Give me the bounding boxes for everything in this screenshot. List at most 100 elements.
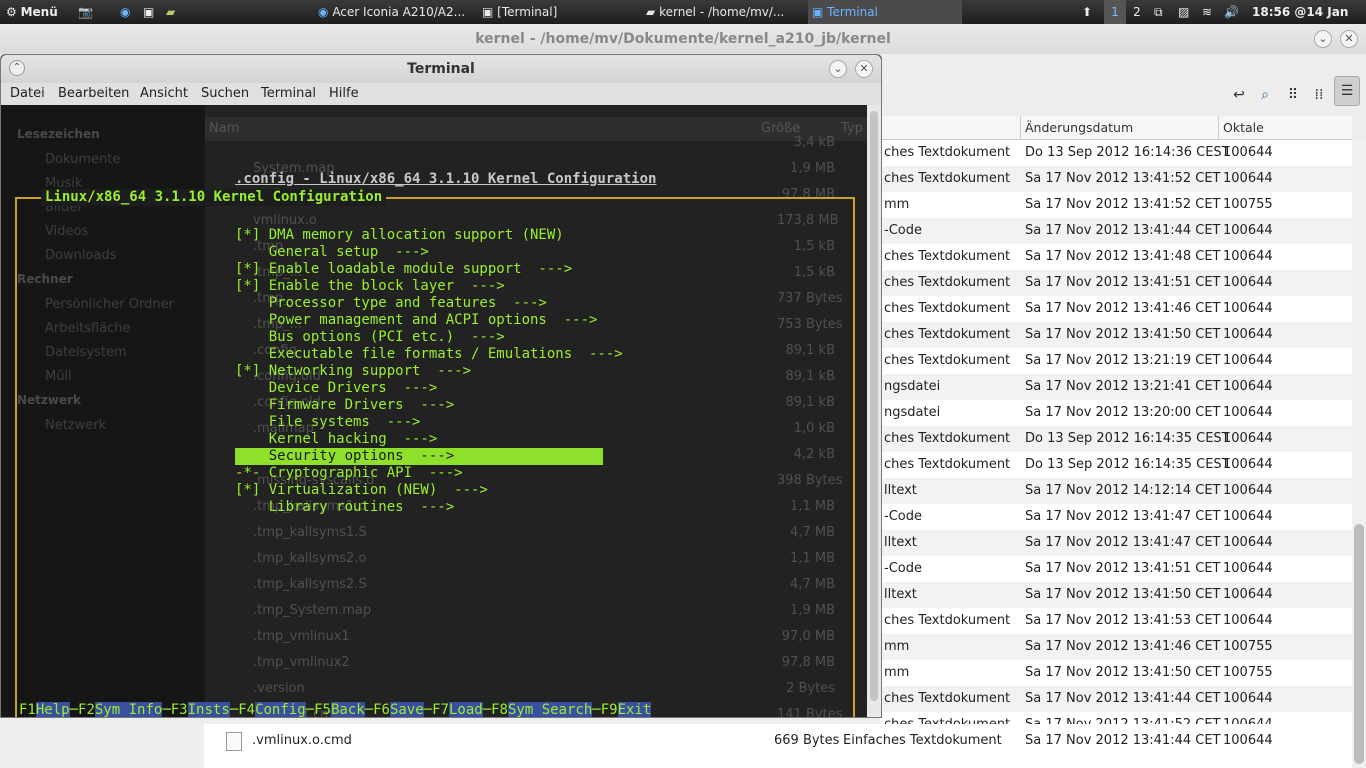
list-view-icon[interactable]: ☰ [1334, 76, 1360, 106]
chevron-down-icon[interactable]: ⌄ [1314, 30, 1332, 48]
menu-ansicht[interactable]: Ansicht [140, 83, 188, 105]
terminal-scrollbar-thumb[interactable] [870, 111, 878, 701]
volume-icon[interactable]: 🔊 [1224, 0, 1240, 24]
file-type: ches Textdokument [884, 145, 1011, 160]
table-row[interactable]: -Code Sa 17 Nov 2012 13:41:47 CET 100644 [880, 504, 1352, 530]
fkey-f8[interactable]: F8Sym Search [491, 702, 593, 717]
menu-button[interactable]: ⚙ Menü [6, 0, 58, 24]
fkey-f4[interactable]: F4Config [238, 702, 306, 717]
windows-icon[interactable]: ⧉ [1154, 0, 1170, 24]
clock[interactable]: 18:56 @14 Jan [1252, 0, 1352, 24]
table-row[interactable]: ches Textdokument Sa 17 Nov 2012 13:21:19… [880, 348, 1352, 374]
undo-icon[interactable]: ↩ [1228, 84, 1250, 106]
menu-item[interactable]: Power management and ACPI options ---> [235, 312, 603, 329]
fkey-f1[interactable]: F1Help [19, 702, 70, 717]
menu-item[interactable]: Security options ---> [235, 448, 603, 465]
table-row[interactable]: mm Sa 17 Nov 2012 13:41:52 CET 100755 [880, 192, 1352, 218]
menu-item[interactable]: File systems ---> [235, 414, 603, 431]
fkey-f3[interactable]: F3Insts [171, 702, 230, 717]
table-row[interactable]: ches Textdokument Sa 17 Nov 2012 13:41:50… [880, 322, 1352, 348]
fkey-f9[interactable]: F9Exit [601, 702, 652, 717]
menu-item[interactable]: [*] Virtualization (NEW) ---> [235, 482, 603, 499]
close-icon[interactable]: ✕ [855, 60, 873, 78]
task-browser[interactable]: ◉ Acer Iconia A210/A2... [318, 0, 470, 24]
task-terminal-1[interactable]: ▣ [Terminal] [482, 0, 632, 24]
menuconfig-box-title: Linux/x86_64 3.1.10 Kernel Configuration [41, 189, 387, 206]
scrollbar-thumb[interactable] [1354, 524, 1364, 764]
terminal-launcher-icon[interactable]: ▣ [143, 0, 161, 24]
table-row[interactable]: ngsdatei Sa 17 Nov 2012 13:21:41 CET 10064… [880, 374, 1352, 400]
table-row[interactable]: ches Textdokument Do 13 Sep 2012 16:14:36… [880, 140, 1352, 166]
table-row[interactable]: -Code Sa 17 Nov 2012 13:41:51 CET 100644 [880, 556, 1352, 582]
menu-item[interactable]: [*] Enable loadable module support ---> [235, 261, 603, 278]
table-row[interactable]: ches Textdokument Sa 17 Nov 2012 13:41:51… [880, 270, 1352, 296]
table-row[interactable]: mm Sa 17 Nov 2012 13:41:46 CET 100755 [880, 634, 1352, 660]
menu-item[interactable]: Kernel hacking ---> [235, 431, 603, 448]
column-permissions[interactable]: Oktale Zugriffsrechte [1218, 116, 1352, 159]
fkey-separator: ─ [423, 702, 433, 717]
menu-item[interactable]: Processor type and features ---> [235, 295, 603, 312]
table-row[interactable]: ches Textdokument Do 13 Sep 2012 16:14:35… [880, 452, 1352, 478]
menu-bearbeiten[interactable]: Bearbeiten [58, 83, 129, 105]
task-terminal-2[interactable]: ▣ Terminal [808, 0, 962, 24]
menu-item[interactable]: Firmware Drivers ---> [235, 397, 603, 414]
workspace-2[interactable]: 2 [1126, 0, 1148, 24]
table-row[interactable]: ches Textdokument Sa 17 Nov 2012 13:41:44… [880, 686, 1352, 712]
browser-launcher-icon[interactable]: ◉ [120, 0, 138, 24]
fkey-f2[interactable]: F2Sym Info [78, 702, 163, 717]
window-menu-icon[interactable]: ⌃ [9, 60, 25, 76]
column-header: Größe Änderungsdatum Oktale Zugriffsrech… [824, 116, 1352, 159]
fkey-f7[interactable]: F7Load [432, 702, 483, 717]
menu-hilfe[interactable]: Hilfe [329, 83, 359, 105]
search-icon[interactable]: ⌕ [1254, 84, 1276, 106]
compact-view-icon[interactable]: ⁞⁞ [1308, 84, 1330, 106]
workspace-1[interactable]: 1 [1104, 0, 1126, 24]
table-row[interactable]: .vmlinux.o.cmd 669 Bytes Einfaches Textd… [204, 728, 1352, 754]
table-row[interactable]: lltext Sa 17 Nov 2012 13:41:47 CET 100644 [880, 530, 1352, 556]
file-modified: Sa 17 Nov 2012 13:41:48 CET [1025, 249, 1221, 264]
table-row[interactable]: ches Textdokument Sa 17 Nov 2012 13:41:52… [880, 166, 1352, 192]
fkey-f5[interactable]: F5Back [314, 702, 365, 717]
folder-launcher-icon[interactable]: ▰ [166, 0, 184, 24]
menu-terminal[interactable]: Terminal [261, 83, 316, 105]
menu-item[interactable]: General setup ---> [235, 244, 603, 261]
table-row[interactable]: lltext Sa 17 Nov 2012 13:41:50 CET 100644 [880, 582, 1352, 608]
file-size: 669 Bytes [774, 733, 840, 748]
grid-view-icon[interactable]: ⠿ [1282, 84, 1304, 106]
task-file-manager[interactable]: ▰ kernel - /home/mv/... [646, 0, 798, 24]
ghost-header-name: Nam [209, 121, 240, 136]
table-row[interactable]: lltext Sa 17 Nov 2012 14:12:14 CET 100644 [880, 478, 1352, 504]
arrow-up-icon[interactable]: ⬆ [1082, 0, 1096, 24]
column-modified[interactable]: Änderungsdatum [1020, 116, 1218, 140]
file-type: -Code [884, 561, 922, 576]
menu-item[interactable]: [*] Networking support ---> [235, 363, 603, 380]
menu-datei[interactable]: Datei [10, 83, 45, 105]
chevron-down-icon[interactable]: ⌄ [829, 60, 847, 78]
menu-item[interactable]: -*- Cryptographic API ---> [235, 465, 603, 482]
table-row[interactable]: ches Textdokument Do 13 Sep 2012 16:14:35… [880, 426, 1352, 452]
table-row[interactable]: mm Sa 17 Nov 2012 13:41:50 CET 100755 [880, 660, 1352, 686]
menu-item[interactable]: Bus options (PCI etc.) ---> [235, 329, 603, 346]
display-icon[interactable]: ▨ [1178, 0, 1194, 24]
table-row[interactable]: ches Textdokument Sa 17 Nov 2012 13:41:46… [880, 296, 1352, 322]
menu-suchen[interactable]: Suchen [201, 83, 249, 105]
file-modified: Sa 17 Nov 2012 13:21:41 CET [1025, 379, 1221, 394]
menu-item[interactable]: Library routines ---> [235, 499, 603, 516]
table-row[interactable]: ngsdatei Sa 17 Nov 2012 13:20:00 CET 10064… [880, 400, 1352, 426]
table-row[interactable]: ches Textdokument Sa 17 Nov 2012 13:41:53… [880, 608, 1352, 634]
menu-item[interactable]: Executable file formats / Emulations ---… [235, 346, 623, 363]
menu-item[interactable]: [*] Enable the block layer ---> [235, 278, 603, 295]
menu-item[interactable]: [*] DMA memory allocation support (NEW) [235, 227, 603, 244]
close-icon[interactable]: ✕ [1340, 30, 1358, 48]
terminal-content[interactable]: Nam Größe Typ Lesezeichen Dokumente Musik B… [1, 105, 867, 717]
table-row[interactable]: ches Textdokument Sa 17 Nov 2012 13:41:48… [880, 244, 1352, 270]
file-modified: Sa 17 Nov 2012 13:41:50 CET [1025, 327, 1221, 342]
camera-launcher-icon[interactable]: 📷 [78, 0, 96, 24]
fkey-code: F6 [373, 702, 390, 717]
folder-icon: ▰ [646, 5, 656, 19]
fkey-f6[interactable]: F6Save [373, 702, 424, 717]
table-row[interactable]: -Code Sa 17 Nov 2012 13:41:44 CET 100644 [880, 218, 1352, 244]
wifi-icon[interactable]: ≋ [1202, 0, 1218, 24]
menu-item[interactable]: Device Drivers ---> [235, 380, 603, 397]
task-label: [Terminal] [497, 5, 558, 19]
